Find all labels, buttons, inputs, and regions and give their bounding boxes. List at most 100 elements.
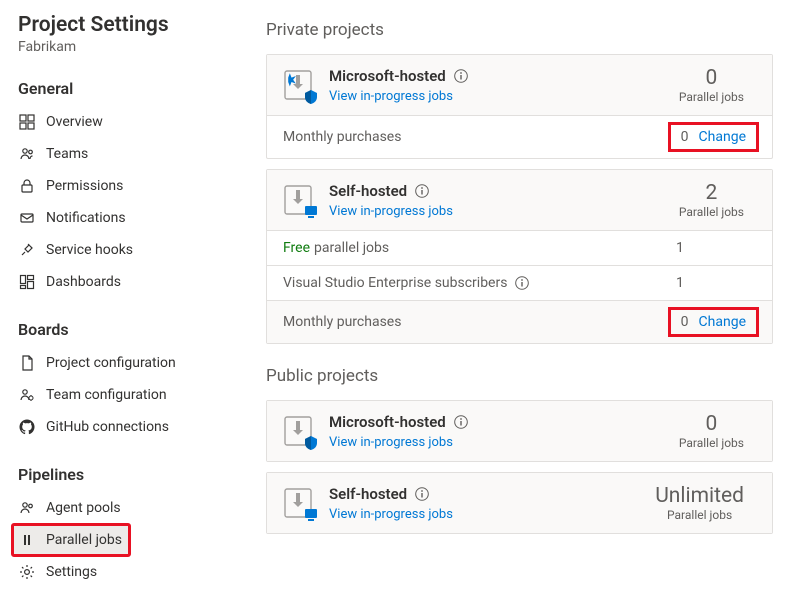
stat-number: 0 [679, 67, 744, 90]
nav-label: Agent pools [46, 500, 121, 516]
card-public-ms-hosted: Microsoft-hosted View in-progress jobs 0… [266, 400, 773, 462]
page-subtitle: Fabrikam [18, 39, 232, 55]
vs-subscribers-row: Visual Studio Enterprise subscribers 1 [267, 266, 772, 301]
sidebar: Project Settings Fabrikam General Overvi… [0, 0, 232, 609]
nav-github[interactable]: GitHub connections [12, 411, 232, 443]
card-title-block: Microsoft-hosted View in-progress jobs [329, 67, 468, 104]
nav-settings[interactable]: Settings [12, 556, 232, 588]
dashboards-icon [18, 273, 36, 291]
nav-label: GitHub connections [46, 419, 169, 435]
stat-label: Parallel jobs [655, 508, 744, 522]
nav-project-config[interactable]: Project configuration [12, 347, 232, 379]
view-jobs-link[interactable]: View in-progress jobs [329, 507, 453, 522]
free-jobs-row: Free parallel jobs 1 [267, 231, 772, 266]
card-title: Self-hosted [329, 182, 407, 200]
card-title-block: Self-hosted View in-progress jobs [329, 182, 453, 219]
nav-label: Dashboards [46, 274, 121, 290]
stat-block: 0 Parallel jobs [679, 413, 756, 450]
free-tag: Free [283, 240, 310, 256]
row-label: Monthly purchases [283, 129, 671, 145]
nav-label: Service hooks [46, 242, 133, 258]
change-link[interactable]: Change [699, 314, 746, 330]
nav-permissions[interactable]: Permissions [12, 170, 232, 202]
card-private-self-hosted: Self-hosted View in-progress jobs 2 Para… [266, 169, 773, 344]
self-hosted-icon [281, 485, 319, 523]
nav-teams[interactable]: Teams [12, 138, 232, 170]
monthly-purchases-row: Monthly purchases 0 Change [267, 301, 772, 343]
card-title-block: Self-hosted View in-progress jobs [329, 485, 453, 522]
nav-service-hooks[interactable]: Service hooks [12, 234, 232, 266]
nav-label: Team configuration [46, 387, 167, 403]
row-label: Visual Studio Enterprise subscribers [283, 275, 676, 291]
info-icon[interactable] [454, 69, 468, 83]
card-public-self-hosted: Self-hosted View in-progress jobs Unlimi… [266, 472, 773, 534]
stat-number: Unlimited [655, 485, 744, 508]
change-link[interactable]: Change [699, 129, 746, 145]
private-projects-header: Private projects [266, 20, 773, 40]
view-jobs-link[interactable]: View in-progress jobs [329, 89, 453, 104]
card-header: Microsoft-hosted View in-progress jobs 0… [267, 401, 772, 461]
nav-label: Parallel jobs [46, 532, 122, 548]
card-header: Microsoft-hosted View in-progress jobs 0… [267, 55, 772, 116]
stat-number: 0 [679, 413, 744, 436]
ms-hosted-icon [281, 413, 319, 451]
stat-label: Parallel jobs [679, 90, 744, 104]
view-jobs-link[interactable]: View in-progress jobs [329, 204, 453, 219]
ms-hosted-icon [281, 67, 319, 105]
overview-icon [18, 113, 36, 131]
notifications-icon [18, 209, 36, 227]
nav-dashboards[interactable]: Dashboards [12, 266, 232, 298]
card-header: Self-hosted View in-progress jobs Unlimi… [267, 473, 772, 533]
card-header: Self-hosted View in-progress jobs 2 Para… [267, 170, 772, 231]
document-icon [18, 354, 36, 372]
public-projects-header: Public projects [266, 366, 773, 386]
stat-block: 0 Parallel jobs [679, 67, 756, 104]
nav-notifications[interactable]: Notifications [12, 202, 232, 234]
self-hosted-icon [281, 182, 319, 220]
card-title-block: Microsoft-hosted View in-progress jobs [329, 413, 468, 450]
page-title: Project Settings [18, 12, 232, 39]
card-title: Microsoft-hosted [329, 67, 446, 85]
stat-block: Unlimited Parallel jobs [655, 485, 756, 522]
card-private-ms-hosted: Microsoft-hosted View in-progress jobs 0… [266, 54, 773, 159]
free-parallel-text: parallel jobs [314, 240, 389, 256]
view-jobs-link[interactable]: View in-progress jobs [329, 435, 453, 450]
info-icon[interactable] [415, 487, 429, 501]
row-value: 1 [676, 275, 756, 291]
purchase-count: 0 [681, 129, 689, 145]
gear-icon [18, 563, 36, 581]
teams-icon [18, 145, 36, 163]
row-label: Monthly purchases [283, 314, 671, 330]
info-icon[interactable] [515, 276, 529, 290]
purchase-count: 0 [681, 314, 689, 330]
github-icon [18, 418, 36, 436]
nav-label: Overview [46, 114, 103, 130]
nav-agent-pools[interactable]: Agent pools [12, 492, 232, 524]
section-header-boards: Boards [18, 320, 232, 339]
nav-parallel-jobs[interactable]: Parallel jobs [12, 524, 130, 556]
vs-sub-text: Visual Studio Enterprise subscribers [283, 275, 507, 291]
nav-label: Teams [46, 146, 88, 162]
card-title: Self-hosted [329, 485, 407, 503]
section-header-pipelines: Pipelines [18, 465, 232, 484]
team-config-icon [18, 386, 36, 404]
section-header-general: General [18, 79, 232, 98]
change-box: 0 Change [671, 125, 756, 149]
lock-icon [18, 177, 36, 195]
info-icon[interactable] [415, 184, 429, 198]
stat-label: Parallel jobs [679, 436, 744, 450]
nav-team-config[interactable]: Team configuration [12, 379, 232, 411]
change-box: 0 Change [671, 310, 756, 334]
monthly-purchases-row: Monthly purchases 0 Change [267, 116, 772, 158]
parallel-jobs-icon [18, 531, 36, 549]
row-value: 1 [676, 240, 756, 256]
stat-number: 2 [679, 182, 744, 205]
info-icon[interactable] [454, 415, 468, 429]
nav-label: Settings [46, 564, 97, 580]
row-label: Free parallel jobs [283, 240, 676, 256]
nav-label: Notifications [46, 210, 126, 226]
agent-pools-icon [18, 499, 36, 517]
nav-label: Project configuration [46, 355, 176, 371]
nav-label: Permissions [46, 178, 123, 194]
nav-overview[interactable]: Overview [12, 106, 232, 138]
